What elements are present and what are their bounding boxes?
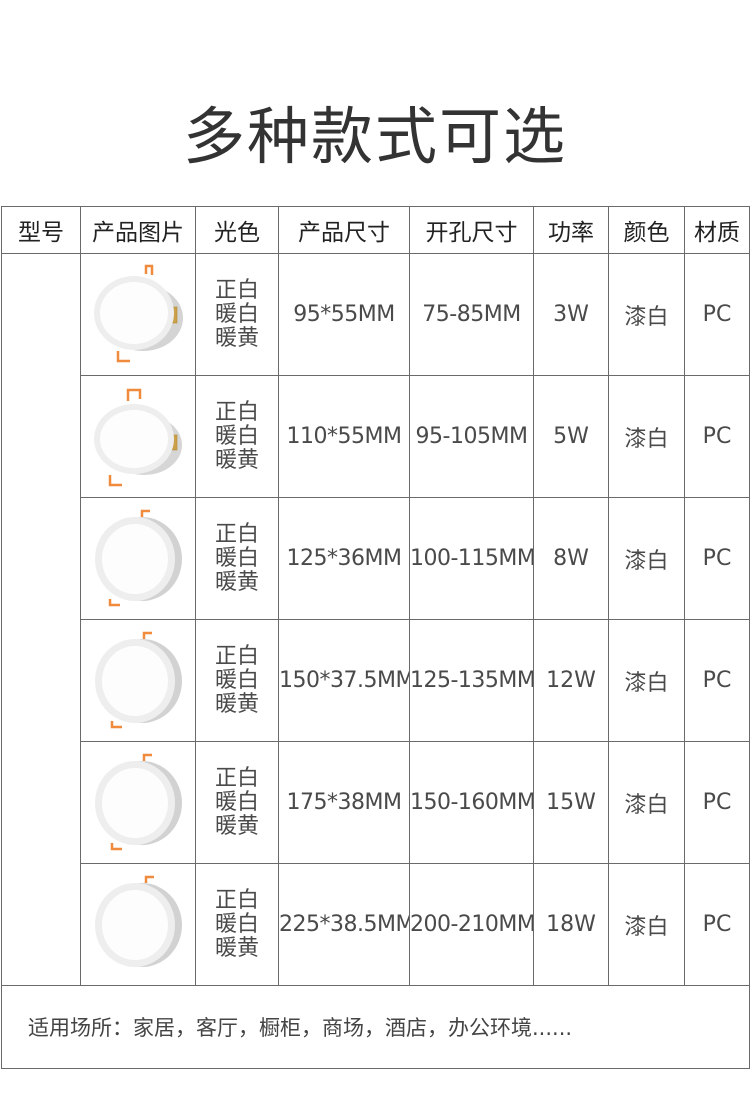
downlight-image <box>95 753 182 850</box>
header-product-size: 产品尺寸 <box>278 206 410 254</box>
light-color-cell: 正白 暖白 暖黄 <box>195 863 279 986</box>
product-size-cell: 110*55MM <box>278 375 410 498</box>
light-color-option: 暖黄 <box>214 691 259 717</box>
table-row: 正白 暖白 暖黄 110*55MM 95-105MM 5W 漆白 PC <box>2 375 750 498</box>
hole-size-cell: 75-85MM <box>409 253 534 376</box>
product-size-cell: 125*36MM <box>278 497 410 620</box>
material-cell: PC <box>684 497 750 620</box>
material-cell: PC <box>684 863 750 986</box>
product-size-cell: 95*55MM <box>278 253 410 376</box>
spec-table-container: 型号 产品图片 光色 产品尺寸 开孔尺寸 功率 颜色 材质 正白 暖白 暖黄 9… <box>0 206 750 1069</box>
light-color-option: 正白 <box>214 399 259 425</box>
color-cell: 漆白 <box>608 497 685 620</box>
downlight-image <box>94 388 182 486</box>
light-color-cell: 正白 暖白 暖黄 <box>195 741 279 864</box>
light-color-option: 正白 <box>214 643 259 669</box>
hole-size-cell: 100-115MM <box>409 497 534 620</box>
header-model: 型号 <box>1 206 81 254</box>
color-cell: 漆白 <box>608 375 685 498</box>
downlight-image <box>95 875 182 967</box>
light-color-cell: 正白 暖白 暖黄 <box>195 497 279 620</box>
light-color-option: 暖白 <box>214 545 259 571</box>
material-cell: PC <box>684 619 750 742</box>
header-image: 产品图片 <box>80 206 196 254</box>
downlight-image <box>94 264 183 362</box>
light-color-option: 正白 <box>214 277 259 303</box>
product-image <box>80 619 196 742</box>
material-cell: PC <box>684 741 750 864</box>
light-color-option: 暖黄 <box>214 813 259 839</box>
spec-table: 型号 产品图片 光色 产品尺寸 开孔尺寸 功率 颜色 材质 正白 暖白 暖黄 9… <box>1 206 750 1069</box>
header-row: 型号 产品图片 光色 产品尺寸 开孔尺寸 功率 颜色 材质 <box>1 206 750 254</box>
color-cell: 漆白 <box>608 619 685 742</box>
power-cell: 3W <box>533 253 609 376</box>
light-color-cell: 正白 暖白 暖黄 <box>195 253 279 376</box>
product-image <box>80 253 196 376</box>
product-image <box>80 741 196 864</box>
power-cell: 8W <box>533 497 609 620</box>
hole-size-cell: 200-210MM <box>409 863 534 986</box>
downlight-image <box>95 509 182 606</box>
power-cell: 5W <box>533 375 609 498</box>
light-color-option: 正白 <box>214 887 259 913</box>
power-cell: 18W <box>533 863 609 986</box>
table-row: 正白 暖白 暖黄 225*38.5MM 200-210MM 18W 漆白 PC <box>2 863 750 986</box>
table-row: 正白 暖白 暖黄 150*37.5MM 125-135MM 12W 漆白 PC <box>2 619 750 742</box>
hole-size-cell: 95-105MM <box>409 375 534 498</box>
light-color-option: 暖黄 <box>214 569 259 595</box>
color-cell: 漆白 <box>608 741 685 864</box>
model-cell <box>1 253 81 986</box>
light-color-option: 暖白 <box>214 301 259 327</box>
hole-size-cell: 125-135MM <box>409 619 534 742</box>
downlight-image <box>95 631 182 728</box>
usage-scenarios: 适用场所：家居，客厅，橱柜，商场，酒店，办公环境...... <box>1 985 750 1069</box>
light-color-option: 暖黄 <box>214 447 259 473</box>
power-cell: 12W <box>533 619 609 742</box>
power-cell: 15W <box>533 741 609 864</box>
product-image <box>80 375 196 498</box>
header-power: 功率 <box>533 206 609 254</box>
light-color-cell: 正白 暖白 暖黄 <box>195 375 279 498</box>
product-image <box>80 863 196 986</box>
material-cell: PC <box>684 375 750 498</box>
header-material: 材质 <box>684 206 750 254</box>
light-color-cell: 正白 暖白 暖黄 <box>195 619 279 742</box>
product-size-cell: 175*38MM <box>278 741 410 864</box>
light-color-option: 暖黄 <box>214 325 259 351</box>
product-size-cell: 225*38.5MM <box>278 863 410 986</box>
table-row: 正白 暖白 暖黄 125*36MM 100-115MM 8W 漆白 PC <box>2 497 750 620</box>
footer-row: 适用场所：家居，客厅，橱柜，商场，酒店，办公环境...... <box>1 985 750 1069</box>
light-color-option: 暖白 <box>214 789 259 815</box>
light-color-option: 正白 <box>214 521 259 547</box>
product-size-cell: 150*37.5MM <box>278 619 410 742</box>
hole-size-cell: 150-160MM <box>409 741 534 864</box>
light-color-option: 正白 <box>214 765 259 791</box>
header-light-color: 光色 <box>195 206 279 254</box>
header-color: 颜色 <box>608 206 685 254</box>
table-row: 正白 暖白 暖黄 175*38MM 150-160MM 15W 漆白 PC <box>2 741 750 864</box>
light-color-option: 暖白 <box>214 667 259 693</box>
page-title: 多种款式可选 <box>182 100 567 173</box>
light-color-option: 暖黄 <box>214 935 259 961</box>
light-color-option: 暖白 <box>214 911 259 937</box>
color-cell: 漆白 <box>608 863 685 986</box>
header-hole-size: 开孔尺寸 <box>409 206 534 254</box>
product-image <box>80 497 196 620</box>
material-cell: PC <box>684 253 750 376</box>
table-row: 正白 暖白 暖黄 95*55MM 75-85MM 3W 漆白 PC <box>1 253 750 986</box>
color-cell: 漆白 <box>608 253 685 376</box>
light-color-option: 暖白 <box>214 423 259 449</box>
